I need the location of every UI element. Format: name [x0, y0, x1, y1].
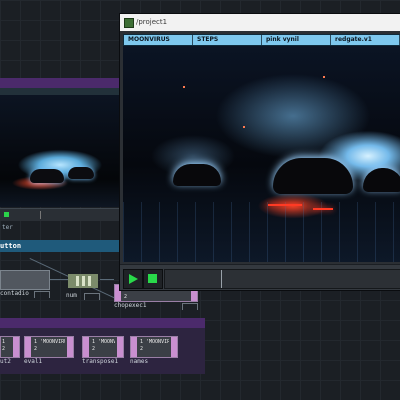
node-name: num	[66, 292, 77, 299]
button-operator-bar[interactable]: utton	[0, 240, 122, 252]
video-car	[273, 158, 353, 194]
network-band-bottom	[0, 318, 205, 328]
window-title-bar[interactable]: /project1	[120, 14, 400, 31]
operator-node-eval1[interactable]: 1 'MOONVIRU 2 eval1	[24, 336, 74, 366]
button-operator-label: utton	[0, 242, 22, 250]
node-name: ut2	[0, 358, 11, 365]
node-name: names	[130, 358, 149, 365]
node-name: chopexec1	[114, 302, 147, 309]
node-name: eval1	[24, 358, 43, 365]
node-body: 1 2	[0, 336, 20, 358]
node-label: contadio	[0, 290, 50, 298]
node-input-connector[interactable]	[83, 337, 89, 357]
node-label: names	[130, 358, 178, 366]
preview-car	[30, 169, 64, 183]
video-output-viewer[interactable]	[123, 46, 400, 262]
operator-node-contadio[interactable]: contadio	[0, 270, 50, 298]
node-output-connector[interactable]	[67, 337, 73, 357]
node-input-connector[interactable]	[131, 337, 137, 357]
operator-node-ut2[interactable]: 1 2 ut2	[0, 336, 20, 366]
node-body: 1 'MOONVIR 2	[82, 336, 124, 358]
window-content: MOONVIRUS STEPS pink vynil redgate.v1	[120, 31, 400, 290]
video-spark	[323, 76, 325, 78]
num-bar	[88, 276, 91, 286]
node-code-preview: 1 2	[2, 339, 6, 352]
operator-node-names[interactable]: 1 'MOONVIR 2 names	[130, 336, 178, 366]
clip-column-redgate[interactable]: redgate.v1	[331, 35, 400, 45]
video-car	[173, 164, 221, 186]
video-taillight	[268, 204, 302, 206]
node-wire	[50, 279, 70, 280]
operator-node-num[interactable]: num	[66, 290, 100, 300]
play-icon	[129, 274, 138, 284]
node-code-preview: 1 'MOONVIR 2	[140, 339, 169, 352]
node-code-preview: 1 'MOONVIRU 2	[34, 339, 65, 352]
timeline-scrubber[interactable]	[164, 269, 400, 289]
stop-icon	[148, 274, 157, 283]
video-spark	[183, 86, 185, 88]
node-code-preview: 1 'MOONVIR 2	[92, 339, 115, 352]
operator-node-num-viewer[interactable]	[68, 274, 98, 288]
node-label: ut2	[0, 358, 20, 366]
background-transport-bar	[0, 208, 122, 221]
node-body	[0, 270, 50, 290]
node-output-connector[interactable]	[171, 337, 177, 357]
perform-window[interactable]: /project1 MOONVIRUS STEPS pink vynil red…	[119, 13, 400, 291]
operator-label: ter	[2, 224, 13, 231]
node-flag-icon	[182, 303, 198, 310]
background-preview-viewer[interactable]	[0, 95, 122, 207]
node-body: 1 'MOONVIR 2	[130, 336, 178, 358]
video-car	[363, 168, 400, 192]
background-timeline-cursor[interactable]	[40, 211, 41, 219]
clip-column-pink-vynil[interactable]: pink vynil	[262, 35, 331, 45]
node-name: transpose1	[82, 358, 119, 365]
operator-node-transpose1[interactable]: 1 'MOONVIR 2 transpose1	[82, 336, 124, 366]
clip-column-moonvirus[interactable]: MOONVIRUS	[124, 35, 193, 45]
video-taillight	[313, 208, 333, 210]
network-strip	[0, 88, 122, 95]
background-play-indicator[interactable]	[4, 212, 9, 217]
video-floor-grid	[123, 202, 400, 262]
node-label: transpose1	[82, 358, 124, 366]
play-button[interactable]	[123, 269, 143, 289]
app-icon	[124, 18, 134, 28]
node-wire	[100, 279, 114, 280]
window-title: /project1	[136, 18, 168, 26]
node-output-connector[interactable]	[13, 337, 19, 357]
transport-bar	[120, 264, 400, 290]
node-flag-icon	[34, 291, 50, 298]
node-flag-icon	[84, 293, 100, 300]
preview-car	[68, 167, 94, 179]
node-input-connector[interactable]	[25, 337, 31, 357]
clip-column-steps[interactable]: STEPS	[193, 35, 262, 45]
timeline-cursor[interactable]	[221, 270, 222, 288]
node-body: 1 'MOONVIRU 2	[24, 336, 74, 358]
node-label: num	[66, 292, 100, 300]
video-spark	[243, 126, 245, 128]
node-output-connector[interactable]	[117, 337, 123, 357]
node-label: eval1	[24, 358, 74, 366]
clip-header-bar: MOONVIRUS STEPS pink vynil redgate.v1	[123, 34, 400, 46]
network-band-top	[0, 78, 122, 88]
num-bar	[76, 276, 79, 286]
node-label: chopexec1	[114, 302, 198, 310]
num-bar	[82, 276, 85, 286]
stop-button[interactable]	[143, 269, 163, 289]
node-name: contadio	[0, 290, 29, 297]
